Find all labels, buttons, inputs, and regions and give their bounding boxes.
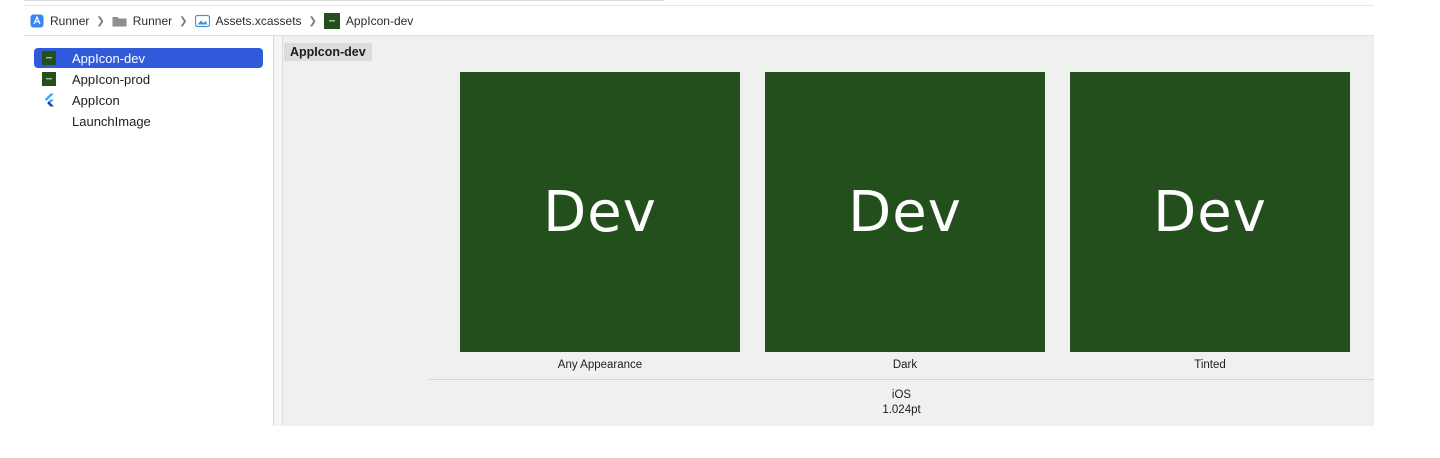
icon-image-text: Dev [543,179,657,245]
icon-well-any-appearance[interactable]: Dev [460,72,740,352]
icon-well-dark[interactable]: Dev [765,72,1045,352]
flutter-icon [42,93,56,107]
platform-name: iOS [891,389,912,401]
xcode-app-icon [30,14,44,28]
asset-catalog-icon [194,14,210,28]
icon-image-text: Dev [1153,179,1267,245]
top-divider [24,0,664,1]
platform-divider [429,379,1374,380]
well-label-tinted: Tinted [1194,359,1226,371]
breadcrumb-label: Runner [50,14,90,28]
toolbar-divider [24,5,1374,6]
sidebar-item-label: AppIcon [72,92,120,108]
breadcrumb-item-appicon-dev[interactable]: AppIcon-dev [323,13,414,29]
well-label-dark: Dark [892,359,918,371]
well-label-any-appearance: Any Appearance [557,359,643,371]
sidebar-item-label: AppIcon-dev [72,50,145,66]
breadcrumb-item-assets[interactable]: Assets.xcassets [194,14,302,28]
asset-set-title: AppIcon-dev [284,43,372,61]
breadcrumb-label: Runner [132,14,173,28]
chevron-right-icon: ❯ [96,15,105,27]
sidebar-item-appicon-dev[interactable]: AppIcon-dev [34,48,263,68]
asset-list-sidebar: AppIcon-dev AppIcon-prod AppIcon LaunchI… [24,36,274,426]
breadcrumb-item-runner-folder[interactable]: Runner [112,14,172,28]
sidebar-item-launchimage[interactable]: LaunchImage [34,111,263,131]
icon-size: 1.024pt [882,404,921,416]
app-icon-thumbnail [42,51,56,65]
platform-info: iOS 1.024pt [429,388,1374,418]
breadcrumb-item-runner-project[interactable]: Runner [30,14,89,28]
sidebar-item-appicon-prod[interactable]: AppIcon-prod [34,69,263,89]
app-icon-thumbnail [42,72,56,86]
folder-icon [112,15,127,27]
editor-gutter [274,36,283,426]
chevron-right-icon: ❯ [179,15,188,27]
breadcrumb-label: Assets.xcassets [215,14,302,28]
chevron-right-icon: ❯ [308,15,317,27]
icon-image-text: Dev [848,179,962,245]
sidebar-item-label: LaunchImage [72,113,151,129]
app-icon-thumbnail [323,13,340,29]
sidebar-item-appicon[interactable]: AppIcon [34,90,263,110]
breadcrumb-label: AppIcon-dev [345,14,414,28]
breadcrumb: Runner ❯ Runner ❯ Assets.xcassets ❯ AppI… [30,10,413,32]
sidebar-item-label: AppIcon-prod [72,71,151,87]
icon-well-tinted[interactable]: Dev [1070,72,1350,352]
